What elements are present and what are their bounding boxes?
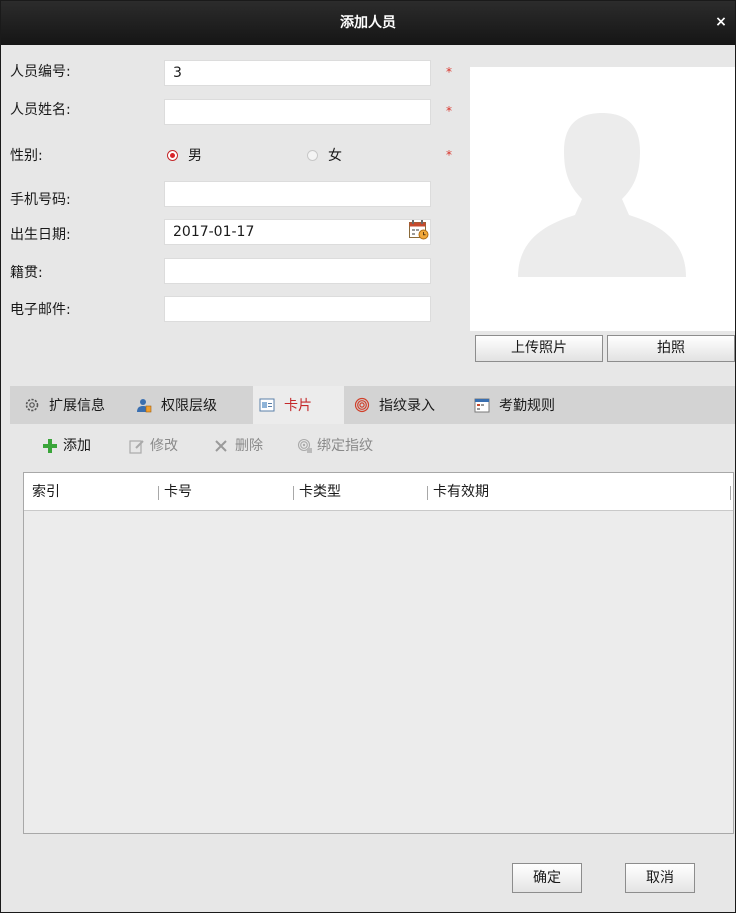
calendar-picker-icon[interactable] xyxy=(408,219,429,240)
column-divider xyxy=(293,486,294,500)
cancel-button[interactable]: 取消 xyxy=(625,863,695,893)
email-label: 电子邮件: xyxy=(10,302,71,318)
plus-icon xyxy=(43,439,57,453)
required-mark: * xyxy=(446,104,452,118)
column-divider xyxy=(730,486,731,500)
gear-icon xyxy=(25,398,39,412)
phone-input[interactable] xyxy=(164,181,431,207)
column-divider xyxy=(158,486,159,500)
column-card-validity[interactable]: 卡有效期 xyxy=(433,482,489,502)
tab-label: 考勤规则 xyxy=(499,398,555,414)
tab-card[interactable]: 卡片 xyxy=(253,386,344,424)
tab-attendance-rule[interactable]: 考勤规则 xyxy=(474,386,555,424)
tab-label: 指纹录入 xyxy=(379,398,435,414)
edit-card-button[interactable]: 修改 xyxy=(129,436,178,456)
birth-date-input[interactable]: 2017-01-17 xyxy=(164,219,431,245)
card-icon xyxy=(259,398,275,412)
phone-label: 手机号码: xyxy=(10,192,71,208)
title-bar[interactable]: 添加人员 × xyxy=(1,1,735,45)
gender-female-radio[interactable]: 女 xyxy=(307,145,342,165)
upload-photo-button[interactable]: 上传照片 xyxy=(475,335,603,362)
email-input[interactable] xyxy=(164,296,431,322)
delete-label: 删除 xyxy=(235,438,263,454)
native-place-input[interactable] xyxy=(164,258,431,284)
birth-date-label: 出生日期: xyxy=(10,227,71,243)
fingerprint-icon xyxy=(354,397,370,413)
add-person-dialog: 添加人员 × 人员编号: 3 * 人员姓名: * 性别: 男 女 * 手机号码:… xyxy=(0,0,736,913)
column-card-number[interactable]: 卡号 xyxy=(164,482,192,502)
person-name-input[interactable] xyxy=(164,99,431,125)
tab-label: 卡片 xyxy=(284,398,312,414)
tab-label: 权限层级 xyxy=(161,398,217,414)
take-photo-button[interactable]: 拍照 xyxy=(607,335,735,362)
bind-fingerprint-label: 绑定指纹 xyxy=(317,438,373,454)
tab-fingerprint[interactable]: 指纹录入 xyxy=(354,386,435,424)
column-card-type[interactable]: 卡类型 xyxy=(299,482,341,502)
calendar-icon xyxy=(474,398,490,413)
gender-female-label: 女 xyxy=(328,148,342,164)
tab-label: 扩展信息 xyxy=(49,398,105,414)
gender-male-label: 男 xyxy=(188,148,202,164)
close-icon[interactable]: × xyxy=(713,14,729,30)
add-card-button[interactable]: 添加 xyxy=(43,436,91,456)
person-name-label: 人员姓名: xyxy=(10,102,71,118)
required-mark: * xyxy=(446,148,452,162)
gender-male-radio[interactable]: 男 xyxy=(167,145,202,165)
card-table[interactable]: 索引 卡号 卡类型 卡有效期 xyxy=(23,472,734,834)
person-id-input[interactable]: 3 xyxy=(164,60,431,86)
person-id-label: 人员编号: xyxy=(10,64,71,80)
add-label: 添加 xyxy=(63,438,91,454)
ok-button[interactable]: 确定 xyxy=(512,863,582,893)
dialog-title: 添加人员 xyxy=(340,15,396,31)
edit-label: 修改 xyxy=(150,438,178,454)
avatar-placeholder-icon xyxy=(518,113,686,277)
delete-card-button[interactable]: 删除 xyxy=(214,436,263,456)
required-mark: * xyxy=(446,65,452,79)
user-key-icon xyxy=(137,399,152,413)
column-divider xyxy=(427,486,428,500)
table-header: 索引 卡号 卡类型 卡有效期 xyxy=(24,473,733,511)
tab-extended-info[interactable]: 扩展信息 xyxy=(24,386,105,424)
edit-icon xyxy=(129,440,144,454)
tab-permission-level[interactable]: 权限层级 xyxy=(136,386,217,424)
bind-fingerprint-icon xyxy=(297,438,312,453)
radio-unselected-icon xyxy=(307,149,318,161)
photo-preview xyxy=(470,67,735,331)
column-index[interactable]: 索引 xyxy=(32,482,60,502)
delete-icon xyxy=(215,440,227,452)
bind-fingerprint-button[interactable]: 绑定指纹 xyxy=(297,436,373,456)
gender-label: 性别: xyxy=(10,148,43,164)
native-place-label: 籍贯: xyxy=(10,265,43,281)
radio-selected-icon xyxy=(167,149,178,161)
tab-strip: 扩展信息 权限层级 卡片 指纹录入 考勤规则 xyxy=(10,386,735,424)
